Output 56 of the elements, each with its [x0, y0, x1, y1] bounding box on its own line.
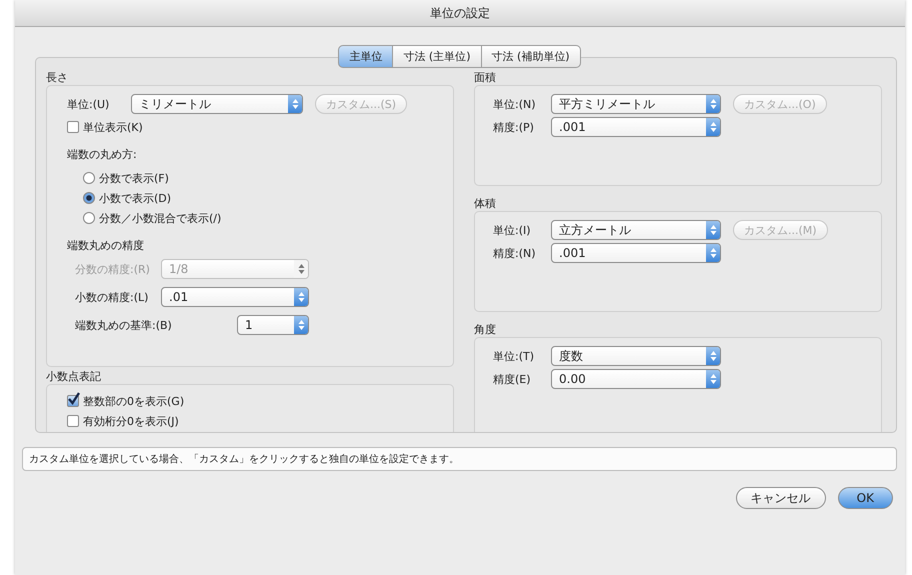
tab[interactable]: 主単位: [338, 45, 394, 68]
stepper-icon: [292, 98, 298, 110]
field-label: 精度(E): [493, 372, 532, 387]
window-title: 単位の設定: [430, 4, 490, 22]
section-label: 端数丸めの精度: [67, 238, 145, 254]
hint-field: カスタム単位を選択している場合、「カスタム」をクリックすると独自の単位を設定できます。: [22, 447, 897, 471]
field-label: 単位:(T): [493, 348, 536, 364]
stepper-icon: [710, 224, 716, 236]
stepper-icon: [710, 350, 716, 362]
dropdown[interactable]: .001: [551, 117, 721, 138]
dropdown[interactable]: 1: [237, 315, 309, 336]
section-label: 端数の丸め方:: [67, 147, 138, 162]
radio-label: 分数で表示(F): [99, 170, 169, 186]
checkbox[interactable]: [67, 121, 79, 134]
dropdown[interactable]: .01: [161, 287, 309, 308]
dropdown[interactable]: .001: [551, 243, 721, 264]
tab[interactable]: 寸法 (補助単位): [482, 45, 581, 68]
checkbox[interactable]: [67, 415, 79, 428]
radio-label: 小数で表示(D): [99, 190, 172, 206]
check-icon: [67, 392, 81, 406]
stepper-icon: [710, 373, 716, 386]
field-label: 小数の精度:(L): [75, 290, 150, 305]
stepper-icon: [710, 98, 716, 110]
stepper-icon: [710, 247, 716, 260]
field-label: 分数の精度:(R): [75, 262, 151, 277]
radio-label: 分数／小数混合で表示(/): [99, 210, 222, 226]
radio-button[interactable]: [83, 192, 95, 204]
dropdown[interactable]: 平方ミリメートル: [551, 94, 721, 114]
group-title: 小数点表記: [46, 369, 102, 384]
field-label: 精度:(P): [493, 120, 535, 135]
group-title: 角度: [474, 322, 497, 338]
dropdown[interactable]: 0.00: [551, 369, 721, 390]
group-title: 長さ: [46, 70, 69, 86]
checkbox-label: 整数部の0を表示(G): [83, 394, 184, 409]
group-title: 面積: [474, 70, 497, 86]
field-label: 端数丸めの基準:(B): [75, 318, 173, 333]
ok-button[interactable]: OK: [838, 487, 893, 509]
dropdown[interactable]: 立方メートル: [551, 220, 721, 240]
field-label: 単位:(U): [67, 96, 110, 112]
radio-button[interactable]: [83, 172, 95, 184]
stepper-icon: [298, 291, 304, 304]
field-label: 単位:(I): [493, 222, 532, 238]
field-label: 単位:(N): [493, 96, 537, 112]
field-label: 精度:(N): [493, 246, 537, 261]
dropdown[interactable]: 度数: [551, 346, 721, 366]
group-title: 体積: [474, 196, 497, 212]
stepper-icon: [710, 121, 716, 134]
checkbox-label: 単位表示(K): [83, 120, 143, 135]
cancel-button[interactable]: キャンセル: [736, 487, 826, 509]
dropdown[interactable]: ミリメートル: [131, 94, 303, 114]
tab[interactable]: 寸法 (主単位): [393, 45, 482, 68]
stepper-icon: [298, 319, 304, 332]
checkbox[interactable]: [67, 395, 79, 408]
checkbox-label: 有効桁分0を表示(J): [83, 414, 179, 429]
stepper-icon: [298, 263, 304, 276]
radio-button[interactable]: [83, 212, 95, 224]
